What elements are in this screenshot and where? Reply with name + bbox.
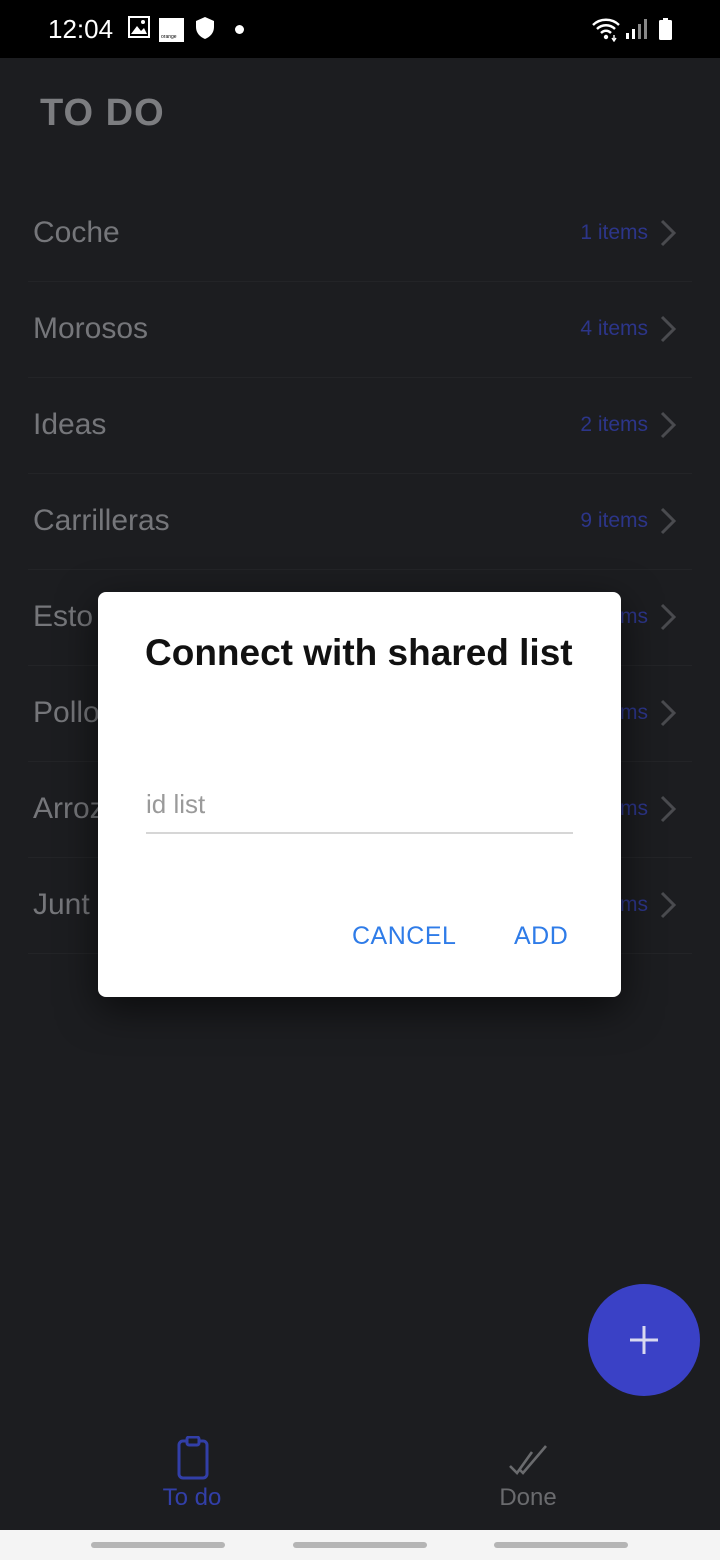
battery-icon <box>659 18 672 40</box>
add-list-fab[interactable] <box>588 1284 700 1396</box>
plus-icon <box>630 1326 658 1354</box>
system-home-handle[interactable] <box>293 1542 427 1548</box>
dialog-title: Connect with shared list <box>145 632 573 673</box>
id-list-input[interactable] <box>146 772 573 834</box>
double-check-icon <box>509 1445 547 1476</box>
system-back-handle[interactable] <box>494 1542 628 1548</box>
status-bar: 12:04 orange <box>0 0 720 58</box>
tab-to-do[interactable]: To do <box>92 1420 292 1530</box>
signal-icon <box>626 19 647 39</box>
cancel-button[interactable]: CANCEL <box>352 922 456 951</box>
tab-to-do-label: To do <box>162 1484 222 1511</box>
bottom-navigation: To do Done <box>0 1420 720 1530</box>
notification-dot-icon <box>235 25 244 34</box>
tab-done[interactable]: Done <box>428 1420 628 1530</box>
clipboard-icon <box>177 1436 209 1480</box>
orange-logo-icon: orange <box>159 18 184 42</box>
wifi-icon <box>592 18 620 42</box>
system-recents-handle[interactable] <box>91 1542 225 1548</box>
add-button[interactable]: ADD <box>514 922 568 951</box>
status-time: 12:04 <box>48 14 114 44</box>
connect-shared-list-dialog: Connect with shared list CANCEL ADD <box>98 592 621 997</box>
shield-icon <box>196 17 214 39</box>
gallery-icon <box>128 16 150 38</box>
tab-done-label: Done <box>499 1484 557 1511</box>
system-navigation-bar <box>0 1530 720 1560</box>
